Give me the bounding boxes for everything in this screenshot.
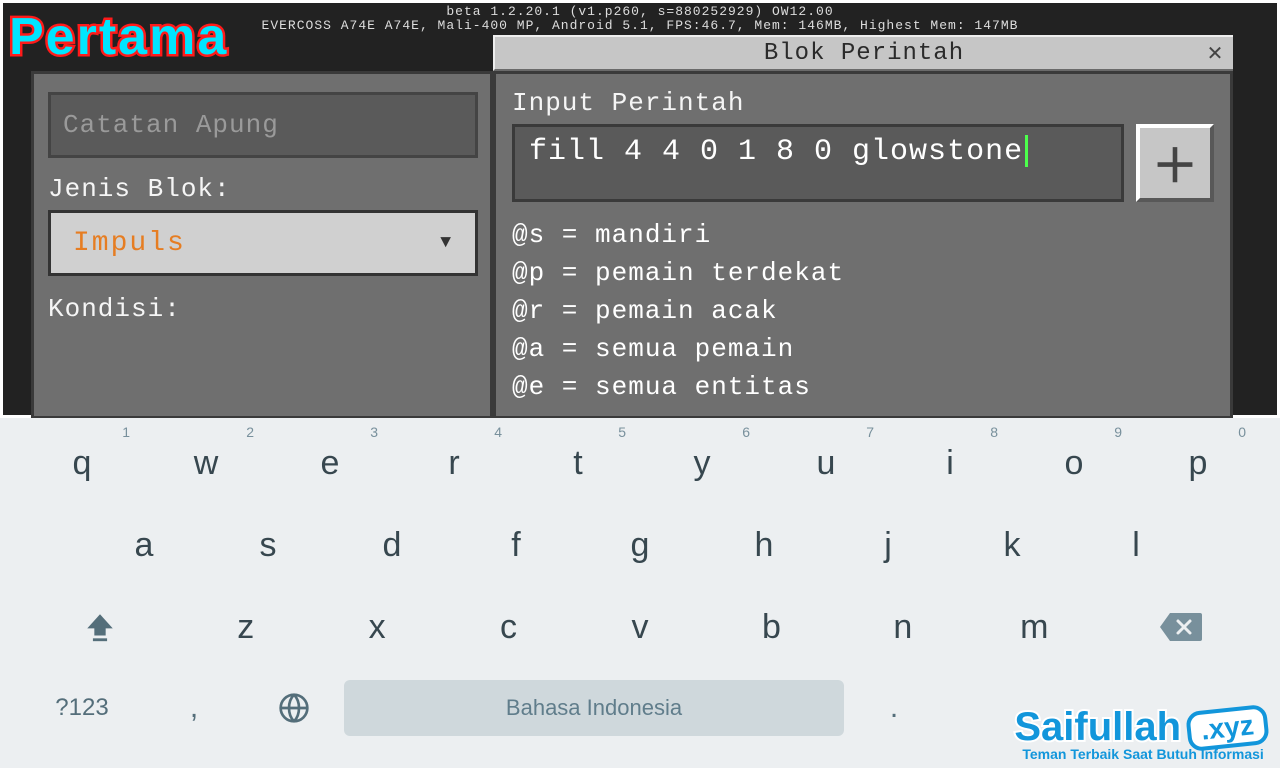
key-period[interactable]: .	[844, 668, 944, 748]
left-panel: Catatan Apung Jenis Blok: Impuls ▼ Kondi…	[31, 71, 493, 419]
key-language[interactable]	[244, 668, 344, 748]
key-f[interactable]: f	[454, 504, 578, 586]
help-line: @e = semua entitas	[512, 368, 1214, 406]
help-line: @a = semua pemain	[512, 330, 1214, 368]
key-c[interactable]: c	[443, 586, 574, 668]
dialog-title-bar: Blok Perintah	[493, 35, 1233, 71]
help-line: @s = mandiri	[512, 216, 1214, 254]
watermark-tagline: Teman Terbaik Saat Butuh Informasi	[1014, 746, 1268, 762]
key-backspace[interactable]	[1100, 586, 1260, 668]
keyboard-row-3: z x c v b n m	[0, 586, 1280, 668]
condition-label: Kondisi:	[48, 294, 476, 324]
key-o[interactable]: o9	[1012, 422, 1136, 504]
key-a[interactable]: a	[82, 504, 206, 586]
key-j[interactable]: j	[826, 504, 950, 586]
hover-note-placeholder: Catatan Apung	[63, 110, 279, 140]
key-w[interactable]: w2	[144, 422, 268, 504]
watermark-name: Saifullah	[1014, 705, 1181, 750]
backspace-icon	[1158, 611, 1202, 643]
key-n[interactable]: n	[837, 586, 968, 668]
key-b[interactable]: b	[706, 586, 837, 668]
key-z[interactable]: z	[180, 586, 311, 668]
key-i[interactable]: i8	[888, 422, 1012, 504]
help-line: @r = pemain acak	[512, 292, 1214, 330]
command-input-value: fill 4 4 0 1 8 0 glowstone	[529, 135, 1023, 169]
key-q[interactable]: q1	[20, 422, 144, 504]
command-input-label: Input Perintah	[512, 88, 1214, 118]
block-type-value: Impuls	[73, 228, 186, 259]
key-t[interactable]: t5	[516, 422, 640, 504]
globe-icon	[278, 692, 310, 724]
key-shift[interactable]	[20, 586, 180, 668]
add-button[interactable]: ＋	[1136, 124, 1214, 202]
help-line: @p = pemain terdekat	[512, 254, 1214, 292]
selector-help: @s = mandiri @p = pemain terdekat @r = p…	[512, 216, 1214, 406]
key-p[interactable]: p0	[1136, 422, 1260, 504]
keyboard-row-1: q1 w2 e3 r4 t5 y6 u7 i8 o9 p0	[0, 422, 1280, 504]
watermark: Saifullah .xyz Teman Terbaik Saat Butuh …	[1014, 705, 1268, 762]
key-h[interactable]: h	[702, 504, 826, 586]
key-y[interactable]: y6	[640, 422, 764, 504]
key-k[interactable]: k	[950, 504, 1074, 586]
watermark-suffix: .xyz	[1185, 703, 1270, 751]
shift-icon	[83, 610, 117, 644]
close-button[interactable]: ✕	[1197, 35, 1233, 71]
text-cursor	[1025, 135, 1028, 167]
hover-note-input[interactable]: Catatan Apung	[48, 92, 478, 158]
overlay-title: Pertama	[9, 7, 228, 67]
key-v[interactable]: v	[574, 586, 705, 668]
key-comma[interactable]: ,	[144, 668, 244, 748]
key-u[interactable]: u7	[764, 422, 888, 504]
key-e[interactable]: e3	[268, 422, 392, 504]
key-r[interactable]: r4	[392, 422, 516, 504]
keyboard-row-2: a s d f g h j k l	[0, 504, 1280, 586]
block-type-label: Jenis Blok:	[48, 174, 476, 204]
spacebar-label: Bahasa Indonesia	[506, 695, 682, 721]
key-s[interactable]: s	[206, 504, 330, 586]
chevron-down-icon: ▼	[440, 233, 453, 253]
key-x[interactable]: x	[311, 586, 442, 668]
right-panel: Input Perintah fill 4 4 0 1 8 0 glowston…	[493, 71, 1233, 419]
key-d[interactable]: d	[330, 504, 454, 586]
key-spacebar[interactable]: Bahasa Indonesia	[344, 680, 844, 736]
key-symbols[interactable]: ?123	[20, 668, 144, 748]
game-window: beta 1.2.20.1 (v1.p260, s=880252929) OW1…	[0, 0, 1280, 418]
key-l[interactable]: l	[1074, 504, 1198, 586]
key-m[interactable]: m	[969, 586, 1100, 668]
key-g[interactable]: g	[578, 504, 702, 586]
block-type-dropdown[interactable]: Impuls ▼	[48, 210, 478, 276]
command-input[interactable]: fill 4 4 0 1 8 0 glowstone	[512, 124, 1124, 202]
dialog-title-text: Blok Perintah	[764, 40, 964, 67]
plus-icon: ＋	[1152, 130, 1198, 196]
